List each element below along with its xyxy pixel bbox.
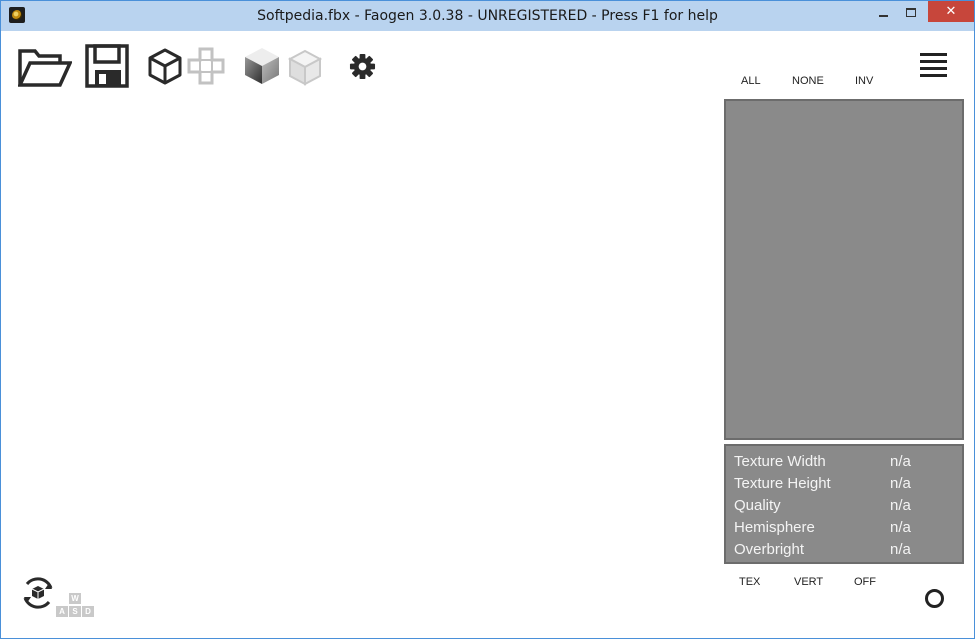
cube-light-icon[interactable] — [287, 48, 323, 91]
3d-viewport[interactable] — [11, 99, 711, 569]
info-row: Hemisphere n/a — [734, 519, 958, 541]
minimize-button[interactable] — [869, 1, 897, 23]
open-folder-icon[interactable] — [17, 47, 73, 94]
cross-outline-icon[interactable] — [187, 47, 225, 90]
info-label: Hemisphere — [734, 519, 815, 536]
view-navigation-widget[interactable]: W A S D — [19, 574, 97, 620]
texture-preview-panel[interactable] — [724, 99, 964, 440]
info-value: n/a — [890, 497, 911, 514]
info-label: Quality — [734, 497, 781, 514]
cube-outline-icon[interactable] — [147, 47, 183, 90]
mode-vert-button[interactable]: VERT — [794, 576, 823, 588]
info-label: Texture Width — [734, 453, 826, 470]
status-circle-icon[interactable] — [925, 589, 944, 608]
info-row: Quality n/a — [734, 497, 958, 519]
save-disk-icon[interactable] — [85, 44, 129, 93]
info-row: Texture Width n/a — [734, 453, 958, 475]
select-all-button[interactable]: ALL — [741, 75, 761, 87]
info-value: n/a — [890, 519, 911, 536]
mode-tex-button[interactable]: TEX — [739, 576, 760, 588]
cube-shaded-icon[interactable] — [243, 46, 281, 91]
key-d: D — [82, 606, 94, 617]
select-invert-button[interactable]: INV — [855, 75, 873, 87]
gear-icon[interactable] — [349, 53, 376, 85]
mode-off-button[interactable]: OFF — [854, 576, 876, 588]
key-s: S — [69, 606, 81, 617]
info-label: Texture Height — [734, 475, 831, 492]
window-title: Softpedia.fbx - Faogen 3.0.38 - UNREGIST… — [257, 8, 718, 24]
info-value: n/a — [890, 453, 911, 470]
hamburger-menu-icon[interactable] — [920, 53, 947, 79]
info-value: n/a — [890, 541, 911, 558]
info-row: Texture Height n/a — [734, 475, 958, 497]
key-a: A — [56, 606, 68, 617]
info-value: n/a — [890, 475, 911, 492]
key-w: W — [69, 593, 81, 604]
rotate-view-icon[interactable] — [19, 574, 57, 612]
maximize-button[interactable] — [897, 1, 925, 23]
close-button[interactable]: ✕ — [928, 1, 974, 22]
app-window: Softpedia.fbx - Faogen 3.0.38 - UNREGIST… — [0, 0, 975, 639]
texture-info-panel: Texture Width n/a Texture Height n/a Qua… — [724, 444, 964, 564]
info-row: Overbright n/a — [734, 541, 958, 563]
info-label: Overbright — [734, 541, 805, 558]
select-none-button[interactable]: NONE — [792, 75, 824, 87]
title-bar[interactable]: Softpedia.fbx - Faogen 3.0.38 - UNREGIST… — [1, 1, 974, 31]
